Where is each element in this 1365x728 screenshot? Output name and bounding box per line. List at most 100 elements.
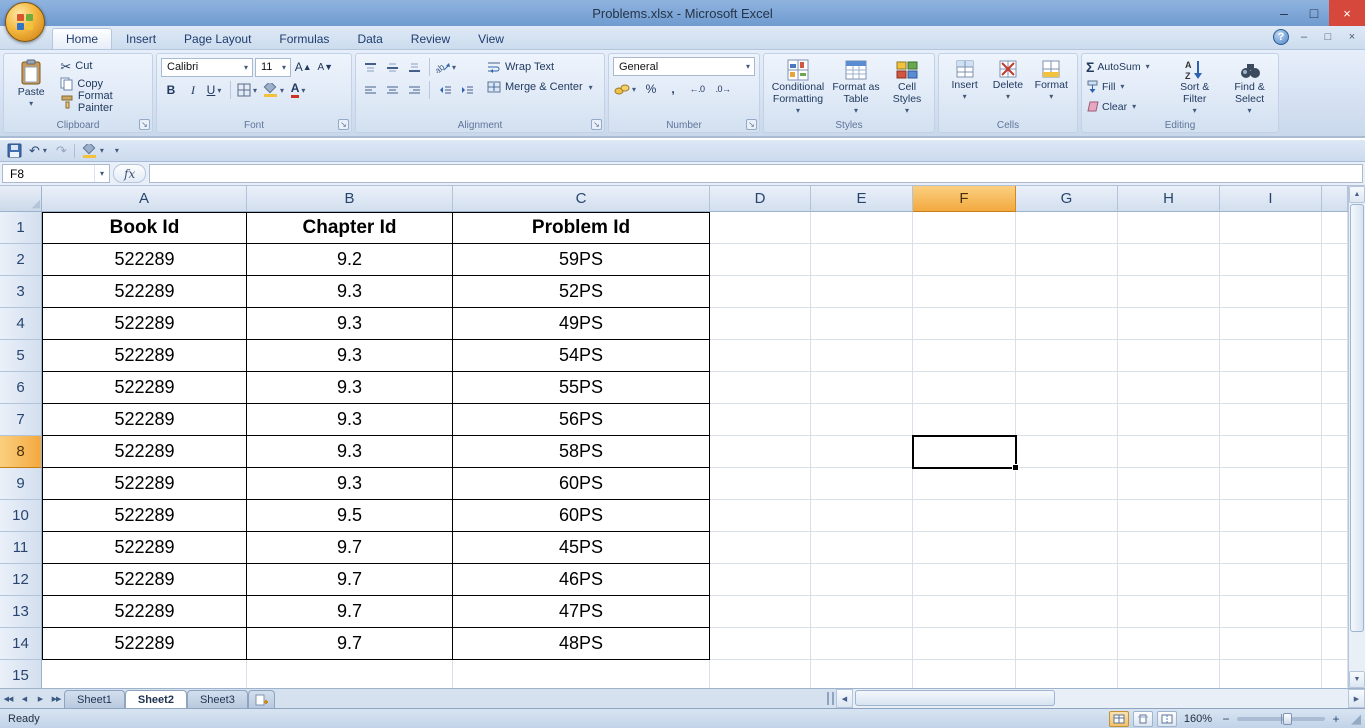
increase-decimal-button[interactable]: ←.0	[685, 79, 709, 99]
cell-X10[interactable]	[1322, 500, 1348, 532]
cell-C15[interactable]	[453, 660, 710, 688]
zoom-slider-thumb[interactable]	[1282, 712, 1292, 725]
column-header-F[interactable]: F	[913, 186, 1016, 212]
middle-align-button[interactable]	[382, 57, 402, 77]
cell-H15[interactable]	[1118, 660, 1220, 688]
zoom-in-button[interactable]: +	[1329, 712, 1343, 726]
number-format-select[interactable]: General ▾	[613, 57, 755, 76]
cell-C13[interactable]: 47PS	[453, 596, 710, 628]
cell-G4[interactable]	[1016, 308, 1118, 340]
cell-A2[interactable]: 522289	[42, 244, 247, 276]
column-header-A[interactable]: A	[42, 186, 247, 212]
cell-F10[interactable]	[913, 500, 1016, 532]
cell-A9[interactable]: 522289	[42, 468, 247, 500]
cell-F7[interactable]	[913, 404, 1016, 436]
cell-A15[interactable]	[42, 660, 247, 688]
cell-H5[interactable]	[1118, 340, 1220, 372]
vertical-scrollbar-thumb[interactable]	[1350, 204, 1364, 632]
insert-function-button[interactable]: fx	[113, 164, 147, 183]
horizontal-scrollbar-track[interactable]	[853, 689, 1348, 708]
cell-X5[interactable]	[1322, 340, 1348, 372]
orientation-button[interactable]: ab ▾	[435, 57, 459, 77]
underline-button[interactable]: U ▾	[205, 80, 225, 100]
cell-F11[interactable]	[913, 532, 1016, 564]
cell-A7[interactable]: 522289	[42, 404, 247, 436]
cell-F13[interactable]	[913, 596, 1016, 628]
page-break-preview-button[interactable]	[1156, 710, 1177, 727]
top-align-button[interactable]	[360, 57, 380, 77]
cell-X7[interactable]	[1322, 404, 1348, 436]
cell-C3[interactable]: 52PS	[453, 276, 710, 308]
row-header-6[interactable]: 6	[0, 372, 42, 404]
cell-I10[interactable]	[1220, 500, 1322, 532]
merge-center-button[interactable]: Merge & Center ▾	[485, 77, 595, 97]
fill-color-button[interactable]: ▾	[262, 80, 287, 100]
cell-D8[interactable]	[710, 436, 811, 468]
next-sheet-button[interactable]: ▶	[32, 689, 48, 708]
cell-X8[interactable]	[1322, 436, 1348, 468]
cell-X1[interactable]	[1322, 212, 1348, 244]
font-size-select[interactable]: 11 ▾	[255, 57, 291, 77]
cell-I5[interactable]	[1220, 340, 1322, 372]
cell-G3[interactable]	[1016, 276, 1118, 308]
borders-button[interactable]: ▾	[236, 80, 260, 100]
cell-I12[interactable]	[1220, 564, 1322, 596]
cell-H10[interactable]	[1118, 500, 1220, 532]
cell-D10[interactable]	[710, 500, 811, 532]
cell-X11[interactable]	[1322, 532, 1348, 564]
cell-I15[interactable]	[1220, 660, 1322, 688]
cell-E14[interactable]	[811, 628, 913, 660]
cell-I2[interactable]	[1220, 244, 1322, 276]
name-box[interactable]: F8 ▾	[2, 164, 110, 183]
row-header-2[interactable]: 2	[0, 244, 42, 276]
cell-D9[interactable]	[710, 468, 811, 500]
vertical-scrollbar[interactable]: ▲ ▼	[1348, 186, 1365, 688]
cell-H4[interactable]	[1118, 308, 1220, 340]
sheet-tab-sheet1[interactable]: Sheet1	[64, 690, 125, 708]
cell-H12[interactable]	[1118, 564, 1220, 596]
cell-B13[interactable]: 9.7	[247, 596, 453, 628]
tab-split-handle[interactable]	[827, 692, 834, 705]
sort-filter-button[interactable]: A Z Sort & Filter ▾	[1170, 57, 1219, 119]
tab-view[interactable]: View	[464, 28, 518, 49]
cell-G10[interactable]	[1016, 500, 1118, 532]
workbook-close-button[interactable]: ×	[1343, 29, 1361, 45]
cell-C12[interactable]: 46PS	[453, 564, 710, 596]
cell-E2[interactable]	[811, 244, 913, 276]
accounting-format-button[interactable]: ▾	[613, 79, 639, 99]
first-sheet-button[interactable]: ◀◀	[0, 689, 16, 708]
cell-I13[interactable]	[1220, 596, 1322, 628]
tab-data[interactable]: Data	[343, 28, 396, 49]
cell-H14[interactable]	[1118, 628, 1220, 660]
number-dialog-launcher[interactable]: ↘	[746, 119, 757, 130]
cell-B8[interactable]: 9.3	[247, 436, 453, 468]
cell-E4[interactable]	[811, 308, 913, 340]
sheet-tab-sheet2[interactable]: Sheet2	[124, 690, 187, 708]
cell-F5[interactable]	[913, 340, 1016, 372]
cell-D13[interactable]	[710, 596, 811, 628]
cell-E13[interactable]	[811, 596, 913, 628]
cell-G2[interactable]	[1016, 244, 1118, 276]
cell-H7[interactable]	[1118, 404, 1220, 436]
cell-B14[interactable]: 9.7	[247, 628, 453, 660]
wrap-text-button[interactable]: Wrap Text	[485, 57, 595, 77]
cell-F4[interactable]	[913, 308, 1016, 340]
cell-A10[interactable]: 522289	[42, 500, 247, 532]
tab-page-layout[interactable]: Page Layout	[170, 28, 265, 49]
cell-A6[interactable]: 522289	[42, 372, 247, 404]
cell-C1[interactable]: Problem Id	[453, 212, 710, 244]
cell-E15[interactable]	[811, 660, 913, 688]
cell-E8[interactable]	[811, 436, 913, 468]
cell-F3[interactable]	[913, 276, 1016, 308]
cell-A11[interactable]: 522289	[42, 532, 247, 564]
scroll-right-button[interactable]: ▶	[1348, 689, 1365, 708]
cell-D1[interactable]	[710, 212, 811, 244]
bold-button[interactable]: B	[161, 80, 181, 100]
scroll-left-button[interactable]: ◀	[836, 689, 853, 708]
cell-B3[interactable]: 9.3	[247, 276, 453, 308]
paste-button[interactable]: Paste ▾	[8, 57, 54, 119]
tab-review[interactable]: Review	[397, 28, 464, 49]
scroll-up-button[interactable]: ▲	[1349, 186, 1365, 203]
cell-D5[interactable]	[710, 340, 811, 372]
cell-E12[interactable]	[811, 564, 913, 596]
